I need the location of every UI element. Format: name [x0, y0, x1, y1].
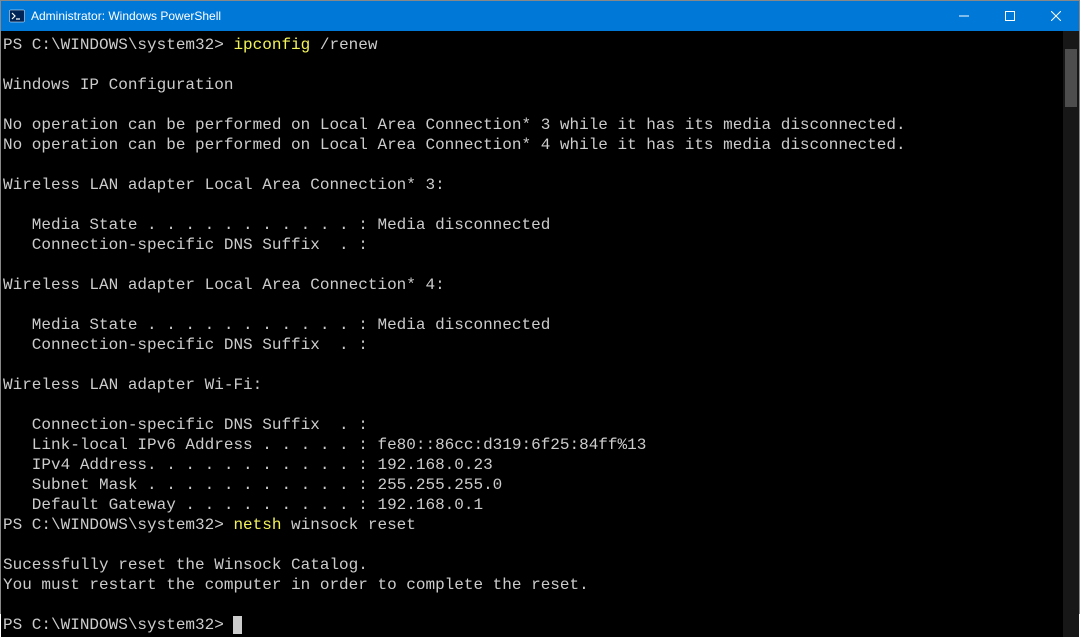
window-controls [941, 1, 1079, 31]
output-line: Default Gateway . . . . . . . . . : 192.… [3, 496, 483, 514]
powershell-window: Administrator: Windows PowerShell PS C: [0, 0, 1080, 614]
maximize-icon [1005, 11, 1015, 21]
maximize-button[interactable] [987, 1, 1033, 31]
close-icon [1051, 11, 1061, 21]
output-line: Link-local IPv6 Address . . . . . : fe80… [3, 436, 646, 454]
output-line: No operation can be performed on Local A… [3, 116, 906, 134]
command-text: netsh [233, 516, 291, 534]
scrollbar-thumb[interactable] [1065, 49, 1077, 107]
prompt-line: PS C:\WINDOWS\system32> [3, 616, 233, 634]
terminal-content[interactable]: PS C:\WINDOWS\system32> ipconfig /renew … [1, 31, 1063, 637]
output-line: Connection-specific DNS Suffix . : [3, 336, 368, 354]
command-text: ipconfig [233, 36, 319, 54]
output-line: IPv4 Address. . . . . . . . . . . : 192.… [3, 456, 493, 474]
cursor [233, 616, 242, 634]
window-title: Administrator: Windows PowerShell [31, 9, 941, 23]
output-line: No operation can be performed on Local A… [3, 136, 906, 154]
output-line: Connection-specific DNS Suffix . : [3, 236, 368, 254]
minimize-button[interactable] [941, 1, 987, 31]
output-line: You must restart the computer in order t… [3, 576, 589, 594]
output-line: Wireless LAN adapter Local Area Connecti… [3, 276, 445, 294]
output-line: Windows IP Configuration [3, 76, 233, 94]
output-line: Wireless LAN adapter Wi-Fi: [3, 376, 262, 394]
terminal-body: PS C:\WINDOWS\system32> ipconfig /renew … [1, 31, 1079, 637]
output-line: Connection-specific DNS Suffix . : [3, 416, 368, 434]
output-line: Media State . . . . . . . . . . . : Medi… [3, 316, 550, 334]
output-line: Wireless LAN adapter Local Area Connecti… [3, 176, 445, 194]
prompt-line: PS C:\WINDOWS\system32> [3, 516, 233, 534]
command-arg: /renew [320, 36, 378, 54]
output-line: Media State . . . . . . . . . . . : Medi… [3, 216, 550, 234]
output-line: Sucessfully reset the Winsock Catalog. [3, 556, 368, 574]
command-arg: winsock reset [291, 516, 416, 534]
close-button[interactable] [1033, 1, 1079, 31]
output-line: Subnet Mask . . . . . . . . . . . : 255.… [3, 476, 502, 494]
titlebar[interactable]: Administrator: Windows PowerShell [1, 1, 1079, 31]
scrollbar[interactable] [1063, 31, 1079, 637]
minimize-icon [959, 11, 969, 21]
prompt-line: PS C:\WINDOWS\system32> [3, 36, 233, 54]
powershell-icon [9, 8, 25, 24]
